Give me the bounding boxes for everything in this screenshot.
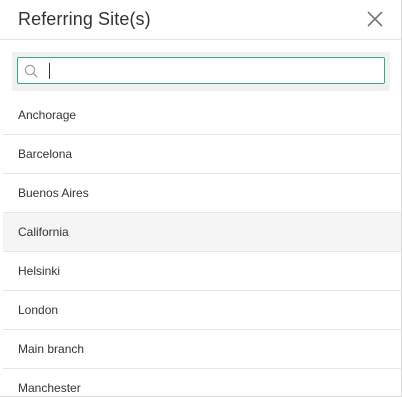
dialog-header: Referring Site(s) (0, 0, 401, 40)
list-item[interactable]: Buenos Aires (3, 174, 401, 213)
close-button[interactable] (366, 10, 384, 28)
list-item[interactable]: Anchorage (3, 96, 401, 135)
text-caret (49, 63, 50, 79)
list-item[interactable]: Helsinki (3, 252, 401, 291)
referring-sites-dialog: Referring Site(s) Anchorage Barcelona Bu… (0, 0, 402, 397)
list-item[interactable]: Barcelona (3, 135, 401, 174)
dialog-title: Referring Site(s) (18, 9, 151, 29)
list-item[interactable]: California (3, 213, 401, 252)
list-item[interactable]: Main branch (3, 330, 401, 369)
list-item[interactable]: Manchester (3, 369, 401, 396)
search-bar (12, 52, 390, 91)
search-input[interactable] (44, 60, 380, 81)
search-icon (24, 64, 38, 78)
search-box (17, 57, 385, 84)
list-item[interactable]: London (3, 291, 401, 330)
site-list[interactable]: Anchorage Barcelona Buenos Aires Califor… (3, 96, 401, 396)
close-icon (367, 11, 383, 26)
